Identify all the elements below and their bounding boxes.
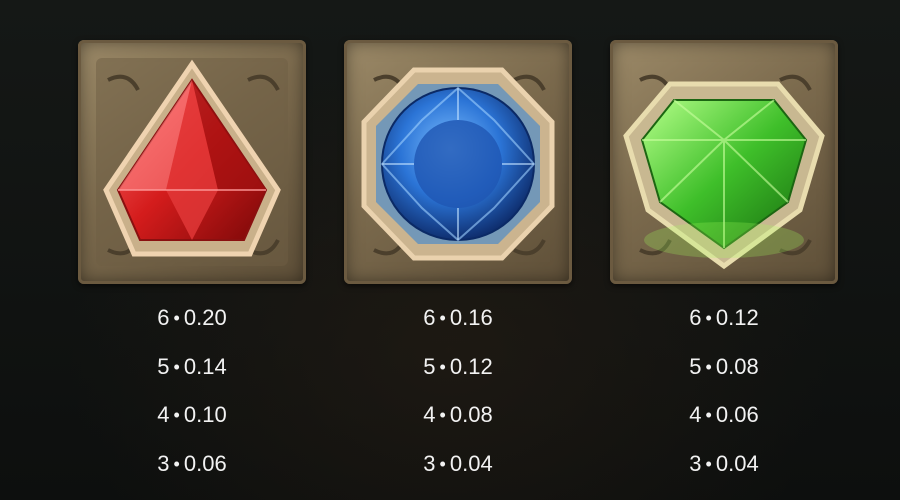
payout-row: 6 • 0.20 [157,305,227,330]
green-gem-icon [623,74,825,270]
symbol-red-gem: 6 • 0.20 5 • 0.14 4 • 0.10 3 • 0.06 [78,40,306,488]
payout-row: 5 • 0.12 [423,353,493,379]
stone-tile [610,40,838,284]
symbol-green-gem: 6 • 0.12 5 • 0.08 4 • 0.06 3 • 0.04 [610,40,838,488]
payout-row: 3 • 0.04 [689,450,759,476]
payout-row: 5 • 0.08 [689,353,759,379]
payout-row: 4 • 0.06 [689,402,759,427]
stone-tile [78,40,306,284]
payout-row: 6 • 0.16 [423,305,493,330]
symbol-blue-gem: 6 • 0.16 5 • 0.12 4 • 0.08 3 • 0.04 [344,40,572,488]
red-gem-icon [96,58,288,266]
payout-row: 4 • 0.08 [423,402,493,427]
payout-row: 4 • 0.10 [157,402,227,427]
blue-gem-icon [361,67,555,261]
stone-tile [344,40,572,284]
paytable: 6 • 0.20 5 • 0.14 4 • 0.10 3 • 0.06 6 • … [0,0,900,500]
payout-list: 6 • 0.20 5 • 0.14 4 • 0.10 3 • 0.06 [78,294,306,488]
payout-row: 6 • 0.12 [689,305,759,330]
payout-row: 5 • 0.14 [157,353,227,379]
payout-list: 6 • 0.16 5 • 0.12 4 • 0.08 3 • 0.04 [344,294,572,488]
payout-row: 3 • 0.06 [157,450,227,476]
payout-row: 3 • 0.04 [423,450,493,476]
payout-list: 6 • 0.12 5 • 0.08 4 • 0.06 3 • 0.04 [610,294,838,488]
